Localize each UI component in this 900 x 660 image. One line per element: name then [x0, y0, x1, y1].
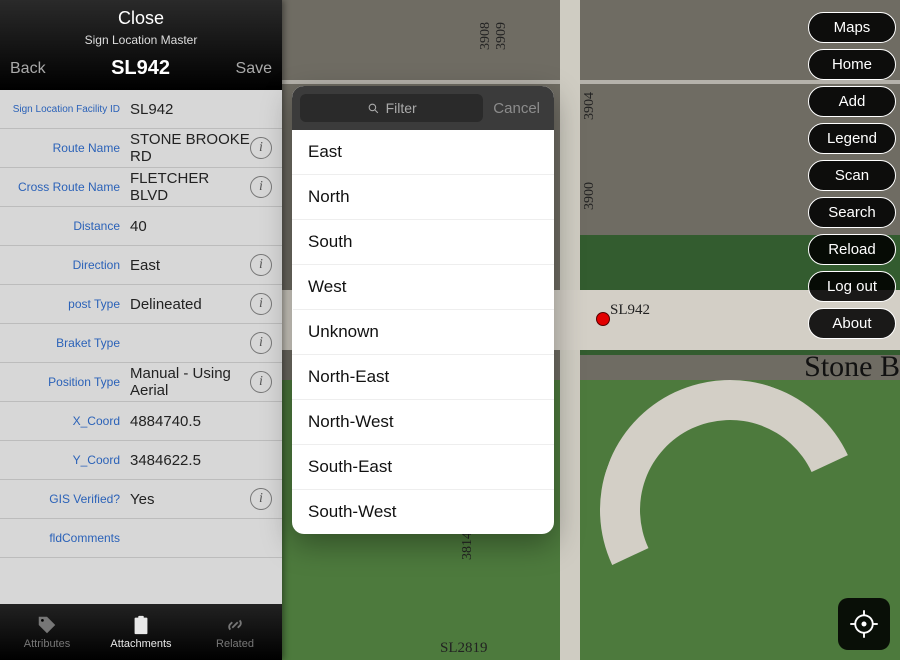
field-label: fldComments: [0, 531, 128, 545]
field-label: Y_Coord: [0, 453, 128, 467]
cancel-button[interactable]: Cancel: [483, 100, 546, 117]
field-row[interactable]: DirectionEasti: [0, 246, 282, 285]
field-row[interactable]: X_Coord4884740.5: [0, 402, 282, 441]
field-value[interactable]: 40: [128, 218, 276, 235]
field-row[interactable]: Sign Location Facility IDSL942: [0, 90, 282, 129]
menu-logout[interactable]: Log out: [808, 271, 896, 302]
info-icon[interactable]: i: [250, 332, 272, 354]
field-row[interactable]: Braket Type i: [0, 324, 282, 363]
direction-option[interactable]: East: [292, 130, 554, 175]
filter-placeholder: Filter: [386, 100, 417, 116]
direction-option[interactable]: Unknown: [292, 310, 554, 355]
field-label: Position Type: [0, 375, 128, 389]
search-icon: [367, 102, 380, 115]
bottom-tabs: Attributes Attachments Related: [0, 604, 282, 660]
info-icon[interactable]: i: [250, 371, 272, 393]
option-list: EastNorthSouthWestUnknownNorth-EastNorth…: [292, 130, 554, 534]
field-value[interactable]: Yes: [128, 491, 250, 508]
field-row[interactable]: Distance40: [0, 207, 282, 246]
direction-option[interactable]: South: [292, 220, 554, 265]
field-value[interactable]: Manual - Using Aerial: [128, 365, 250, 399]
panel-header: Close Sign Location Master Back SL942 Sa…: [0, 0, 282, 90]
direction-option[interactable]: North-East: [292, 355, 554, 400]
field-row[interactable]: Y_Coord3484622.5: [0, 441, 282, 480]
map-feature-label: SL942: [610, 302, 650, 319]
info-icon[interactable]: i: [250, 137, 272, 159]
link-icon: [224, 614, 246, 636]
filter-input[interactable]: Filter: [300, 94, 483, 122]
field-label: X_Coord: [0, 414, 128, 428]
menu-home[interactable]: Home: [808, 49, 896, 80]
panel-subtitle: Sign Location Master: [0, 33, 282, 51]
info-icon[interactable]: i: [250, 176, 272, 198]
map-marker[interactable]: [596, 312, 610, 326]
field-row[interactable]: Position TypeManual - Using Aeriali: [0, 363, 282, 402]
field-value[interactable]: FLETCHER BLVD: [128, 170, 250, 204]
field-label: Cross Route Name: [0, 180, 128, 194]
house-number: 3909: [494, 22, 510, 50]
field-value[interactable]: 4884740.5: [128, 413, 276, 430]
save-button[interactable]: Save: [236, 60, 272, 78]
tab-label: Related: [216, 638, 254, 650]
side-menu: Maps Home Add Legend Scan Search Reload …: [808, 12, 896, 339]
field-row[interactable]: fldComments: [0, 519, 282, 558]
field-value[interactable]: STONE BROOKE RD: [128, 131, 250, 165]
direction-option[interactable]: North: [292, 175, 554, 220]
tab-label: Attachments: [110, 638, 171, 650]
back-button[interactable]: Back: [10, 60, 46, 78]
field-row[interactable]: GIS Verified?Yesi: [0, 480, 282, 519]
popover-arrow: [292, 302, 293, 322]
info-icon[interactable]: i: [250, 488, 272, 510]
field-value[interactable]: SL942: [128, 101, 276, 118]
field-value[interactable]: 3484622.5: [128, 452, 276, 469]
field-label: Direction: [0, 258, 128, 272]
menu-about[interactable]: About: [808, 308, 896, 339]
info-icon[interactable]: i: [250, 293, 272, 315]
field-value[interactable]: Delineated: [128, 296, 250, 313]
house-number: 3900: [582, 182, 598, 210]
info-icon[interactable]: i: [250, 254, 272, 276]
direction-option[interactable]: North-West: [292, 400, 554, 445]
field-label: post Type: [0, 297, 128, 311]
tab-label: Attributes: [24, 638, 70, 650]
house-number: 3904: [582, 92, 598, 120]
house-number: 3908: [478, 22, 494, 50]
house-number: 3814: [460, 532, 476, 560]
field-value[interactable]: East: [128, 257, 250, 274]
field-row[interactable]: Route NameSTONE BROOKE RDi: [0, 129, 282, 168]
direction-picker-popover: Filter Cancel EastNorthSouthWestUnknownN…: [292, 86, 554, 534]
direction-option[interactable]: West: [292, 265, 554, 310]
field-row[interactable]: post TypeDelineatedi: [0, 285, 282, 324]
menu-add[interactable]: Add: [808, 86, 896, 117]
field-label: Route Name: [0, 141, 128, 155]
panel-title: SL942: [111, 57, 170, 80]
field-label: Braket Type: [0, 336, 128, 350]
menu-reload[interactable]: Reload: [808, 234, 896, 265]
tab-attributes[interactable]: Attributes: [0, 604, 94, 660]
street-name-label: Stone B: [804, 350, 900, 384]
menu-maps[interactable]: Maps: [808, 12, 896, 43]
tab-attachments[interactable]: Attachments: [94, 604, 188, 660]
locate-button[interactable]: [838, 598, 890, 650]
direction-option[interactable]: South-West: [292, 490, 554, 534]
clipboard-icon: [130, 614, 152, 636]
direction-option[interactable]: South-East: [292, 445, 554, 490]
menu-legend[interactable]: Legend: [808, 123, 896, 154]
field-label: Distance: [0, 219, 128, 233]
tag-icon: [36, 614, 58, 636]
tab-related[interactable]: Related: [188, 604, 282, 660]
close-button[interactable]: Close: [0, 0, 282, 33]
field-label: GIS Verified?: [0, 492, 128, 506]
menu-search[interactable]: Search: [808, 197, 896, 228]
fields-list: Sign Location Facility IDSL942Route Name…: [0, 90, 282, 604]
popover-header: Filter Cancel: [292, 86, 554, 130]
field-label: Sign Location Facility ID: [0, 104, 128, 115]
attribute-panel: Close Sign Location Master Back SL942 Sa…: [0, 0, 282, 660]
crosshair-icon: [849, 609, 879, 639]
map-feature-label: SL2819: [440, 640, 488, 657]
menu-scan[interactable]: Scan: [808, 160, 896, 191]
field-row[interactable]: Cross Route NameFLETCHER BLVDi: [0, 168, 282, 207]
